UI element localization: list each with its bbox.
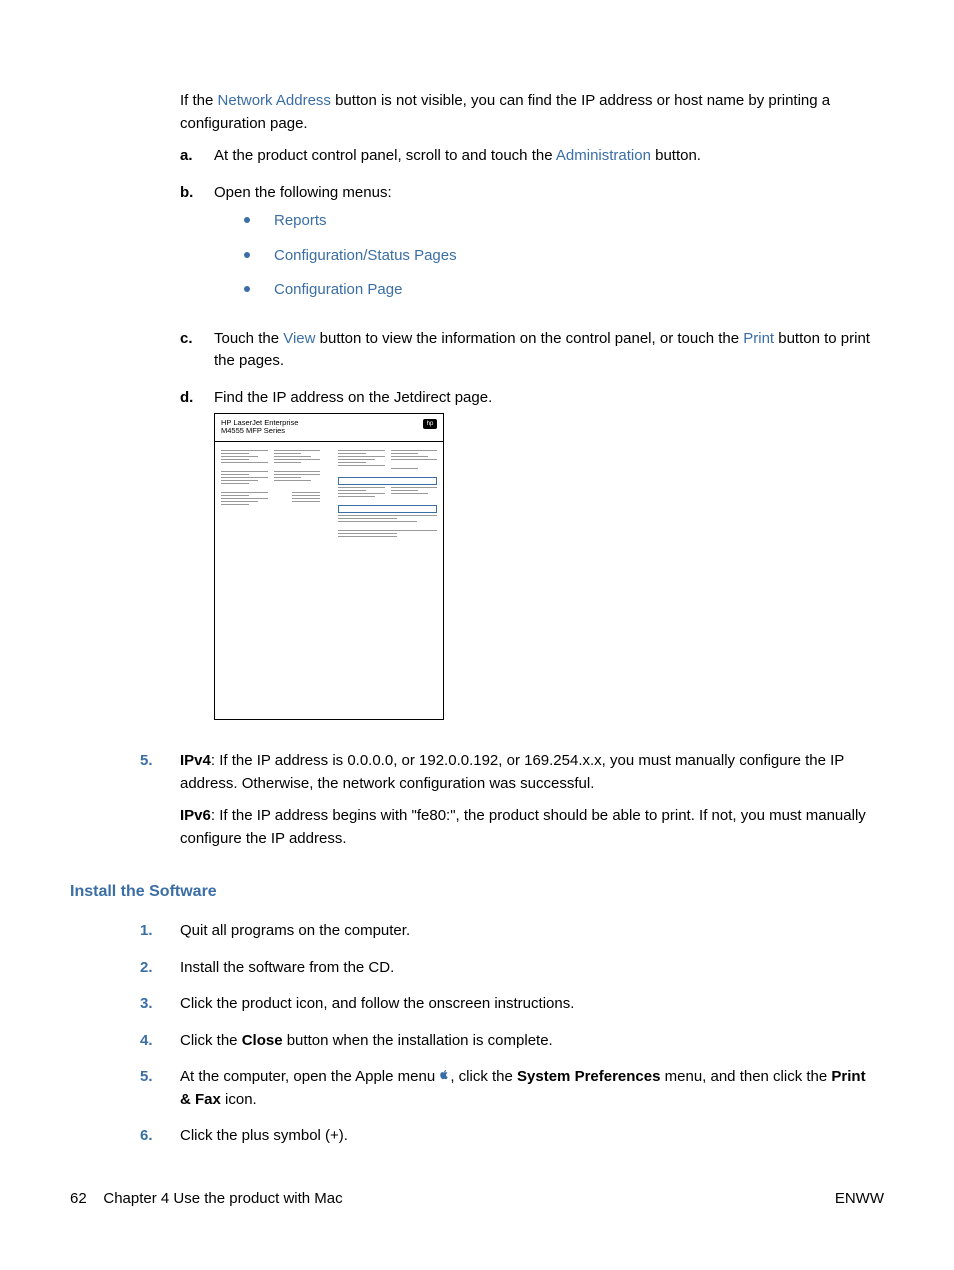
intro-prefix: If the	[180, 92, 218, 109]
ipv4-text: : If the IP address is 0.0.0.0, or 192.0…	[180, 752, 844, 792]
install-3: 3. Click the product icon, and follow th…	[140, 993, 874, 1016]
footer-right: ENWW	[835, 1188, 884, 1211]
jetdirect-diagram: HP LaserJet Enterprise M4555 MFP Series …	[214, 413, 444, 720]
install-6-text: Click the plus symbol (+).	[180, 1125, 348, 1148]
step-c-p2: button to view the information on the co…	[315, 330, 743, 347]
install-2: 2. Install the software from the CD.	[140, 957, 874, 980]
bullet-reports: Reports	[244, 210, 457, 233]
marker-b: b.	[180, 182, 214, 314]
ipv6-label: IPv6	[180, 807, 211, 824]
diagram-highlight-1	[338, 477, 437, 485]
marker-c: c.	[180, 328, 214, 373]
diagram-col-left	[221, 450, 320, 545]
install-marker-1: 1.	[140, 920, 180, 943]
ipv4-paragraph: IPv4: If the IP address is 0.0.0.0, or 1…	[180, 750, 874, 795]
step-5-body: IPv4: If the IP address is 0.0.0.0, or 1…	[180, 750, 874, 860]
ipv4-label: IPv4	[180, 752, 211, 769]
step-c: c. Touch the View button to view the inf…	[180, 328, 874, 373]
hp-logo-icon: hp	[423, 419, 437, 429]
install-6: 6. Click the plus symbol (+).	[140, 1125, 874, 1148]
install-1: 1. Quit all programs on the computer.	[140, 920, 874, 943]
marker-a: a.	[180, 145, 214, 168]
install-4-p2: button when the installation is complete…	[283, 1032, 553, 1049]
menu-bullets: Reports Configuration/Status Pages Confi…	[244, 210, 457, 302]
apple-icon	[439, 1070, 450, 1082]
bullet-config-status: Configuration/Status Pages	[244, 245, 457, 268]
install-5: 5. At the computer, open the Apple menu …	[140, 1066, 874, 1111]
footer-left: 62 Chapter 4 Use the product with Mac	[70, 1188, 343, 1211]
page-number: 62	[70, 1190, 87, 1207]
install-2-text: Install the software from the CD.	[180, 957, 394, 980]
install-5-body: At the computer, open the Apple menu , c…	[180, 1066, 874, 1111]
step-b: b. Open the following menus: Reports Con…	[180, 182, 874, 314]
step-d-text: Find the IP address on the Jetdirect pag…	[214, 389, 492, 406]
diagram-title-2: M4555 MFP Series	[221, 427, 298, 435]
diagram-title: HP LaserJet Enterprise M4555 MFP Series	[221, 419, 298, 436]
close-bold: Close	[242, 1032, 283, 1049]
ipv6-paragraph: IPv6: If the IP address begins with "fe8…	[180, 805, 874, 850]
marker-5: 5.	[140, 750, 180, 860]
network-address-link[interactable]: Network Address	[218, 92, 331, 109]
intro-paragraph: If the Network Address button is not vis…	[180, 90, 874, 135]
page-footer: 62 Chapter 4 Use the product with Mac EN…	[70, 1188, 884, 1211]
alpha-list: a. At the product control panel, scroll …	[180, 145, 874, 736]
install-5-p1: At the computer, open the Apple menu	[180, 1068, 439, 1085]
diagram-columns	[215, 450, 443, 545]
step-b-text: Open the following menus:	[214, 184, 392, 201]
install-5-p4: icon.	[221, 1091, 257, 1108]
marker-d: d.	[180, 387, 214, 737]
install-4-body: Click the Close button when the installa…	[180, 1030, 553, 1053]
bullet-config-page: Configuration Page	[244, 279, 457, 302]
install-software-heading: Install the Software	[70, 880, 874, 904]
step-b-body: Open the following menus: Reports Config…	[214, 182, 457, 314]
diagram-col-right	[338, 450, 437, 545]
system-preferences-bold: System Preferences	[517, 1068, 660, 1085]
chapter-label: Chapter 4 Use the product with Mac	[103, 1190, 342, 1207]
step-a-suffix: button.	[651, 147, 701, 164]
install-marker-5: 5.	[140, 1066, 180, 1111]
install-4: 4. Click the Close button when the insta…	[140, 1030, 874, 1053]
install-5-p2: , click the	[450, 1068, 517, 1085]
number-list-continued: 5. IPv4: If the IP address is 0.0.0.0, o…	[140, 750, 874, 860]
print-link[interactable]: Print	[743, 330, 774, 347]
install-1-text: Quit all programs on the computer.	[180, 920, 410, 943]
install-5-p3: menu, and then click the	[660, 1068, 831, 1085]
content-area: If the Network Address button is not vis…	[180, 90, 874, 1148]
diagram-highlight-2	[338, 505, 437, 513]
install-marker-2: 2.	[140, 957, 180, 980]
view-link[interactable]: View	[283, 330, 315, 347]
step-d-body: Find the IP address on the Jetdirect pag…	[214, 387, 492, 737]
step-a-body: At the product control panel, scroll to …	[214, 145, 701, 168]
page: If the Network Address button is not vis…	[0, 0, 954, 1270]
step-c-body: Touch the View button to view the inform…	[214, 328, 874, 373]
diagram-header: HP LaserJet Enterprise M4555 MFP Series …	[215, 414, 443, 441]
step-a: a. At the product control panel, scroll …	[180, 145, 874, 168]
step-d: d. Find the IP address on the Jetdirect …	[180, 387, 874, 737]
install-marker-3: 3.	[140, 993, 180, 1016]
install-4-p1: Click the	[180, 1032, 242, 1049]
install-3-text: Click the product icon, and follow the o…	[180, 993, 574, 1016]
step-a-prefix: At the product control panel, scroll to …	[214, 147, 556, 164]
install-list: 1. Quit all programs on the computer. 2.…	[140, 920, 874, 1148]
ipv6-text: : If the IP address begins with "fe80:",…	[180, 807, 866, 847]
step-5: 5. IPv4: If the IP address is 0.0.0.0, o…	[140, 750, 874, 860]
step-c-p1: Touch the	[214, 330, 283, 347]
install-marker-6: 6.	[140, 1125, 180, 1148]
install-marker-4: 4.	[140, 1030, 180, 1053]
diagram-divider	[215, 441, 443, 442]
administration-link[interactable]: Administration	[556, 147, 651, 164]
